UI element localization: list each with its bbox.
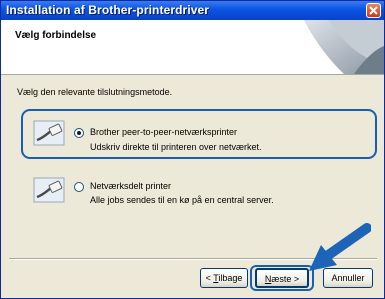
instruction-text: Vælg den relevante tilslutningsmetode. [17,87,173,97]
title-bar[interactable]: Installation af Brother-printerdriver [1,1,384,20]
option-description: Alle jobs sendes til en kø på en central… [90,195,274,205]
radio-shared-printer[interactable] [74,182,84,192]
option-title: Netværksdelt printer [90,181,172,191]
radio-peer-to-peer[interactable] [74,128,84,138]
network-cable-icon [33,120,65,146]
next-button[interactable]: Næste > [255,268,309,288]
installer-window: Installation af Brother-printerdriver Væ… [0,0,385,299]
option-shared-printer[interactable]: Netværksdelt printer Alle jobs sendes ti… [21,167,377,213]
cancel-button[interactable]: Annuller [323,268,373,288]
radio-selected-dot [77,131,81,135]
back-label: ilbage [218,273,243,283]
option-description: Udskriv direkte til printeren over netvæ… [90,142,262,152]
next-label: æste > [271,274,300,284]
close-button[interactable] [366,3,381,18]
option-peer-to-peer[interactable]: Brother peer-to-peer-netværksprinter Uds… [21,109,377,159]
option-title: Brother peer-to-peer-netværksprinter [90,127,238,137]
page-title: Vælg forbindelse [15,30,97,41]
header-graphic-icon [304,20,384,74]
close-icon [369,6,378,15]
window-title: Installation af Brother-printerdriver [6,3,210,17]
wizard-header: Vælg forbindelse [1,20,384,75]
network-cable-icon [33,177,65,203]
back-button[interactable]: < Tilbage [200,268,248,288]
